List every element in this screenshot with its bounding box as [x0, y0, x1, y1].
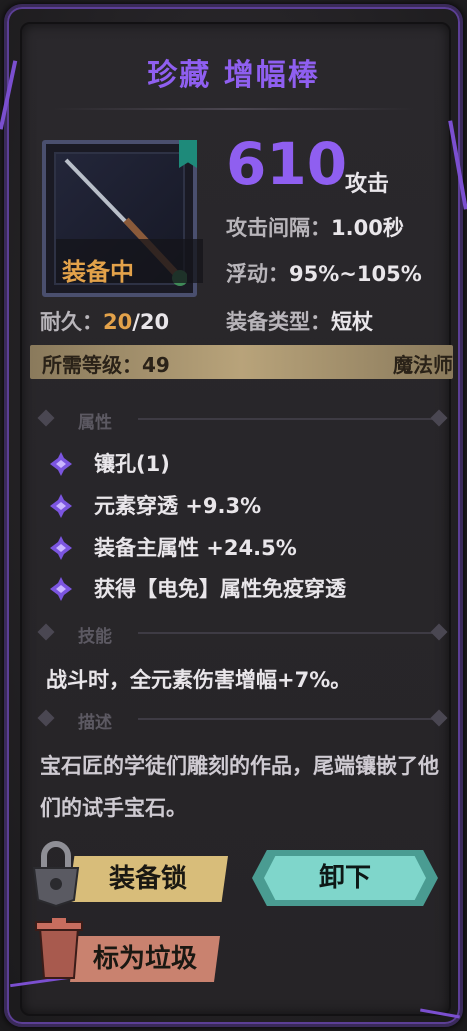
attack-interval: 攻击间隔：1.00秒 [226, 212, 404, 242]
mark-as-junk-button[interactable]: 标为垃圾 [70, 936, 220, 982]
equipment-type: 装备类型：短杖 [226, 306, 373, 336]
section-header-attributes: 属性 [37, 408, 455, 433]
durability: 耐久：20/20 [40, 306, 169, 336]
req-value: 49 [142, 353, 170, 377]
diamond-icon [430, 623, 448, 641]
sparkle-icon [50, 577, 72, 601]
float-value: 95%~105% [289, 262, 422, 286]
section-label: 属性 [78, 413, 112, 433]
damage-float: 浮动：95%~105% [226, 258, 422, 288]
durability-sep: / [132, 310, 140, 334]
attribute-text: 元素穿透 +9.3% [94, 494, 262, 518]
section-header-skills: 技能 [37, 622, 455, 647]
sparkle-icon [50, 536, 72, 560]
padlock-icon[interactable] [30, 838, 82, 908]
durability-current: 20 [103, 310, 133, 334]
section-header-description: 描述 [37, 708, 455, 733]
float-label: 浮动： [226, 262, 289, 286]
attack-label: 攻击 [345, 172, 390, 197]
req-label: 所需等级： [42, 353, 142, 377]
sparkle-icon [50, 452, 72, 476]
required-class: 魔法师 [393, 353, 453, 377]
equipment-lock-button[interactable]: 装备锁 [68, 856, 228, 902]
diamond-icon [37, 623, 55, 641]
item-title: 珍藏 增幅棒 [147, 58, 320, 93]
interval-value: 1.00秒 [331, 216, 404, 240]
divider [138, 632, 435, 634]
title-divider [50, 108, 417, 110]
attribute-text: 镶孔(1) [94, 452, 170, 476]
equipped-label: 装备中 [62, 258, 134, 286]
divider [138, 718, 435, 720]
skill-text: 战斗时，全元素伤害增幅+7%。 [46, 668, 352, 692]
section-label: 描述 [78, 713, 112, 733]
attack-value: 610 [226, 130, 348, 198]
description-text: 宝石匠的学徒们雕刻的作品，尾端镶嵌了他们的试手宝石。 [40, 754, 439, 820]
diamond-icon [37, 709, 55, 727]
type-label: 装备类型： [226, 310, 331, 334]
section-label: 技能 [78, 627, 112, 647]
durability-max: 20 [139, 310, 170, 334]
required-level: 所需等级：49 [42, 349, 170, 378]
durability-label: 耐久： [40, 310, 103, 334]
diamond-icon [37, 409, 55, 427]
interval-label: 攻击间隔： [226, 216, 331, 240]
trash-can-icon[interactable] [34, 918, 84, 984]
attribute-text: 装备主属性 +24.5% [94, 536, 297, 560]
diamond-icon [430, 709, 448, 727]
type-value: 短杖 [331, 310, 373, 334]
attribute-text: 获得【电免】属性免疫穿透 [94, 577, 346, 601]
unequip-label: 卸下 [318, 863, 371, 893]
sparkle-icon [50, 494, 72, 518]
unequip-button[interactable]: 卸下 [252, 850, 438, 906]
diamond-icon [430, 409, 448, 427]
divider [138, 418, 435, 420]
